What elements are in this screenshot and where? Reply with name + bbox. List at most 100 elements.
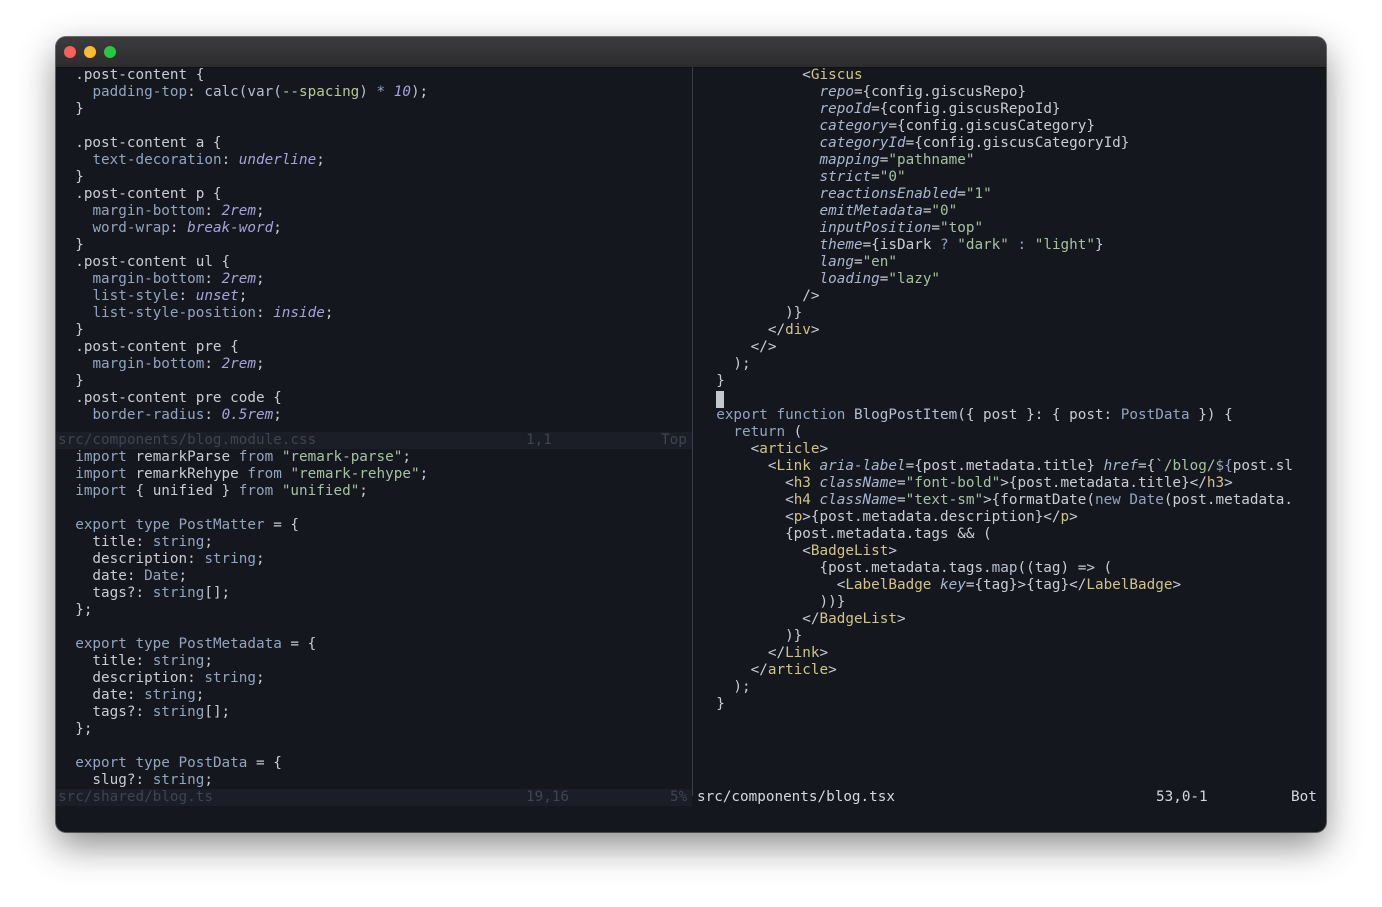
ts-status-line: src/shared/blog.ts 19,16 5% xyxy=(56,789,692,806)
code-token: < xyxy=(699,441,760,457)
code-token: article xyxy=(767,662,829,678)
code-token: ); xyxy=(699,679,751,695)
code-line: list-style-position: inside; xyxy=(58,305,333,322)
code-line: slug?: string; xyxy=(58,772,213,789)
code-token: 2rem xyxy=(221,271,256,287)
code-token: word-wrap xyxy=(92,220,170,236)
code-token: ; xyxy=(256,203,265,219)
code-token: >{post.metadata.title}</ xyxy=(1000,475,1207,491)
code-line: export type PostMatter = { xyxy=(58,517,299,534)
code-token: ; xyxy=(402,449,411,465)
code-token: < xyxy=(699,509,794,525)
code-line: .post-content pre { xyxy=(58,339,239,356)
code-token: Giscus xyxy=(810,67,863,83)
code-token: from xyxy=(238,449,274,465)
code-token: string xyxy=(152,585,205,601)
code-token: : xyxy=(169,220,188,236)
code-token: date: xyxy=(58,687,145,703)
code-line: padding-top: calc(var(--spacing) * 10); xyxy=(58,84,428,101)
code-line: strict="0" xyxy=(699,169,906,186)
code-token: > xyxy=(828,662,837,678)
code-line: theme={isDark ? "dark" : "light"} xyxy=(699,237,1104,254)
code-token: > xyxy=(1172,577,1182,593)
code-token: key xyxy=(940,577,966,593)
code-token: * xyxy=(376,84,386,100)
tsx-editor-pane[interactable]: <Giscus repo={config.giscusRepo} repoId=… xyxy=(697,67,1319,789)
code-line: } xyxy=(58,169,84,186)
code-token: > xyxy=(888,543,897,559)
code-token: ={isDark xyxy=(862,237,941,253)
code-token: Date xyxy=(1129,492,1164,508)
code-token: h3 xyxy=(1206,475,1225,491)
status-position: 1,1 xyxy=(526,432,552,448)
code-line: ); xyxy=(699,356,751,373)
code-token: className xyxy=(819,492,897,508)
css-editor-pane[interactable]: .post-content { padding-top: calc(var(--… xyxy=(56,67,692,432)
code-token: Link xyxy=(776,458,811,474)
code-line: lang="en" xyxy=(699,254,897,271)
code-token: ); xyxy=(699,356,751,372)
code-token: "top" xyxy=(940,220,984,236)
code-token: "en" xyxy=(862,254,897,270)
code-line: emitMetadata="0" xyxy=(699,203,958,220)
code-token: } xyxy=(1095,237,1104,253)
code-token: "remark-parse" xyxy=(281,449,403,465)
code-token: .post-content p { xyxy=(58,186,222,202)
code-token: new xyxy=(1094,492,1121,508)
code-token: inside xyxy=(273,305,325,321)
maximize-icon[interactable] xyxy=(104,46,116,58)
status-file: src/components/blog.module.css xyxy=(58,432,317,448)
code-token: "1" xyxy=(965,186,992,202)
code-token: break-word xyxy=(187,220,274,236)
code-token: div xyxy=(785,322,811,338)
code-token: } xyxy=(58,237,84,253)
code-line: margin-bottom: 2rem; xyxy=(58,271,264,288)
ts-editor-pane[interactable]: import remarkParse from "remark-parse"; … xyxy=(56,449,692,789)
code-line: list-style: unset; xyxy=(58,288,247,305)
code-token: : xyxy=(255,305,274,321)
code-token: ={config.giscusRepo} xyxy=(853,84,1027,100)
code-token: </ xyxy=(699,662,768,678)
code-token: PostMatter xyxy=(178,517,265,533)
status-percent: Bot xyxy=(1291,789,1317,805)
code-token: "0" xyxy=(931,203,958,219)
code-token: from xyxy=(247,466,282,482)
code-token: = { xyxy=(281,636,317,652)
code-token: 0.5rem xyxy=(221,407,274,423)
code-token: : xyxy=(204,356,222,372)
code-token: "font-bold" xyxy=(905,475,1001,491)
code-line: } xyxy=(58,322,84,339)
code-line: </div> xyxy=(699,322,820,339)
code-token: categoryId xyxy=(819,135,906,151)
code-token: )} xyxy=(699,305,803,321)
code-token: ; xyxy=(419,84,429,100)
code-token: } xyxy=(58,373,84,389)
code-token: strict xyxy=(819,169,872,185)
code-token: ; xyxy=(256,356,265,372)
code-token: : xyxy=(204,271,222,287)
code-token: ) xyxy=(359,84,368,100)
code-token: list-style xyxy=(92,288,179,304)
code-line: word-wrap: break-word; xyxy=(58,220,281,237)
close-icon[interactable] xyxy=(64,46,76,58)
code-token: aria-label xyxy=(819,458,906,474)
code-token: = xyxy=(957,186,966,202)
code-token: margin-bottom xyxy=(92,271,205,287)
code-token: inputPosition xyxy=(819,220,932,236)
code-token: ={config.giscusRepoId} xyxy=(871,101,1061,117)
code-token: import xyxy=(58,449,127,465)
code-line: import { unified } from "unified"; xyxy=(58,483,368,500)
code-line: )} xyxy=(699,628,802,645)
code-token: (post.metadata. xyxy=(1163,492,1293,508)
minimize-icon[interactable] xyxy=(84,46,96,58)
code-line: <p>{post.metadata.description}</p> xyxy=(699,509,1078,526)
code-token: list-style-position xyxy=(92,305,256,321)
vertical-split-divider[interactable] xyxy=(692,67,693,796)
